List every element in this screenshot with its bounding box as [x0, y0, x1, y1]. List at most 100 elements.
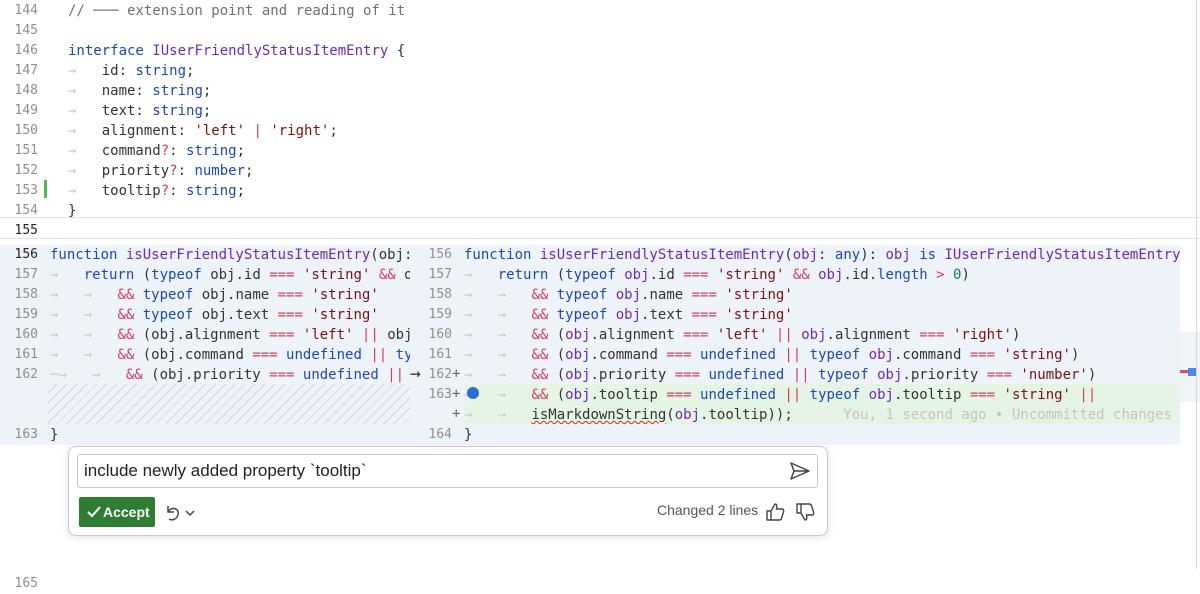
- code-line: 149 → text: string;: [0, 101, 1180, 121]
- line-number: 153: [14, 183, 38, 198]
- plus-icon: +: [452, 386, 461, 402]
- code-line: 157 → return (typeof obj.id === 'string' …: [410, 265, 1180, 285]
- code-text[interactable]: function isUserFriendlyStatusItemEntry(o…: [50, 245, 410, 265]
- line-number: 145: [14, 23, 38, 38]
- line-number: 161: [428, 347, 452, 362]
- line-number: 148: [14, 83, 38, 98]
- line-number: 155: [14, 223, 38, 238]
- code-text[interactable]: → name: string;: [68, 81, 211, 101]
- code-text[interactable]: → → && (obj.command === undefined || typ…: [50, 345, 410, 365]
- line-number: 162: [428, 367, 452, 382]
- code-line: 146 interface IUserFriendlyStatusItemEntr…: [0, 41, 1180, 61]
- code-text[interactable]: → alignment: 'left' | 'right';: [68, 121, 338, 141]
- plus-icon: +: [452, 366, 461, 382]
- changed-lines-status: Changed 2 lines: [657, 502, 759, 518]
- line-number: 149: [14, 103, 38, 118]
- line-number: 159: [428, 307, 452, 322]
- code-line: 158 → → && typeof obj.name === 'string': [410, 285, 1180, 305]
- code-line: → → isMarkdownString(obj.tooltip)); You,…: [410, 405, 1180, 425]
- code-text[interactable]: → return (typeof obj.id === 'string' && …: [464, 265, 970, 285]
- code-line: 150 → alignment: 'left' | 'right';: [0, 121, 1180, 141]
- line-number: 156: [428, 247, 452, 262]
- code-text[interactable]: → → && typeof obj.text === 'string': [464, 305, 793, 325]
- scrollbar[interactable]: [1180, 0, 1200, 569]
- line-number: 158: [428, 287, 452, 302]
- code-line: 160 → → && (obj.alignment === 'left' || o…: [0, 325, 410, 345]
- line-number: 146: [14, 43, 38, 58]
- code-line: 163}: [0, 425, 410, 445]
- code-line: 148 → name: string;: [0, 81, 1180, 101]
- code-line: 145: [0, 21, 1180, 41]
- line-number: 157: [14, 267, 38, 282]
- code-line: 164}: [410, 425, 1180, 445]
- code-text[interactable]: → command?: string;: [68, 141, 245, 161]
- code-text[interactable]: → priority?: number;: [68, 161, 253, 181]
- accept-button[interactable]: Accept: [79, 497, 155, 527]
- code-line: 152 → priority?: number;: [0, 161, 1180, 181]
- line-number: 161: [14, 347, 38, 362]
- code-text[interactable]: → → && (obj.alignment === 'left' || obj.…: [464, 325, 1020, 345]
- code-text[interactable]: → → && (obj.alignment === 'left' || obj.…: [50, 325, 410, 345]
- code-text[interactable]: → return (typeof obj.id === 'string' && …: [50, 265, 410, 285]
- line-number: 164: [428, 427, 452, 442]
- code-text[interactable]: // ─── extension point and reading of it: [68, 1, 405, 21]
- code-text[interactable]: interface IUserFriendlyStatusItemEntry {: [68, 41, 405, 61]
- line-number: 144: [14, 3, 38, 18]
- check-icon: [87, 506, 101, 518]
- code-line: 156 function isUserFriendlyStatusItemEntr…: [0, 245, 410, 265]
- code-line: 153 → tooltip?: string;: [0, 181, 1180, 201]
- code-line: 157 → return (typeof obj.id === 'string' …: [0, 265, 410, 285]
- plus-icon: +: [452, 406, 461, 422]
- accept-label: Accept: [103, 504, 150, 520]
- code-text[interactable]: → id: string;: [68, 61, 194, 81]
- code-text[interactable]: → → isMarkdownString(obj.tooltip)); You,…: [464, 405, 1172, 425]
- send-icon[interactable]: [789, 461, 811, 481]
- code-text[interactable]: → tooltip?: string;: [68, 181, 245, 201]
- chevron-down-icon[interactable]: [184, 506, 196, 520]
- code-line: 162 ─→ → && (obj.priority === undefined |…: [0, 365, 410, 385]
- code-line: 163 → → && (obj.tooltip === undefined || …: [410, 385, 1180, 405]
- code-line: 155: [0, 221, 1180, 241]
- code-text[interactable]: → → && typeof obj.text === 'string': [50, 305, 379, 325]
- code-text[interactable]: }: [464, 425, 472, 445]
- line-number: 160: [14, 327, 38, 342]
- code-line: 156 function isUserFriendlyStatusItemEntr…: [410, 245, 1180, 265]
- code-line: 147 → id: string;: [0, 61, 1180, 81]
- code-text[interactable]: }: [68, 201, 76, 221]
- code-line: 162 → → && (obj.priority === undefined ||…: [410, 365, 1180, 385]
- line-number: 154: [14, 203, 38, 218]
- thumbs-up-icon[interactable]: [765, 502, 785, 522]
- code-text[interactable]: }: [50, 425, 58, 445]
- line-number: 165: [14, 576, 38, 591]
- chat-prompt-input[interactable]: include newly added property `tooltip`: [77, 454, 818, 488]
- line-number: 152: [14, 163, 38, 178]
- code-line: 161 → → && (obj.command === undefined || …: [0, 345, 410, 365]
- code-text[interactable]: → text: string;: [68, 101, 211, 121]
- discard-icon[interactable]: [163, 503, 183, 523]
- code-text[interactable]: → → && (obj.command === undefined || typ…: [464, 345, 1079, 365]
- thumbs-down-icon[interactable]: [795, 502, 815, 522]
- inline-chat-widget: include newly added property `tooltip` A…: [68, 446, 828, 536]
- code-text[interactable]: → → && typeof obj.name === 'string': [464, 285, 793, 305]
- revert-arrow-icon[interactable]: →: [410, 364, 421, 384]
- code-text[interactable]: function isUserFriendlyStatusItemEntry(o…: [464, 245, 1180, 265]
- line-number: 157: [428, 267, 452, 282]
- code-text[interactable]: → → && (obj.tooltip === undefined || typ…: [464, 385, 1105, 405]
- line-number: 159: [14, 307, 38, 322]
- line-number: 163: [428, 387, 452, 402]
- code-text[interactable]: ─→ → && (obj.priority === undefined || t…: [50, 365, 410, 385]
- line-number: 162: [14, 367, 38, 382]
- code-text[interactable]: → → && typeof obj.name === 'string': [50, 285, 379, 305]
- code-line: 159 → → && typeof obj.text === 'string': [0, 305, 410, 325]
- code-line: 154}: [0, 201, 1180, 221]
- line-number: 163: [14, 427, 38, 442]
- code-line: 160 → → && (obj.alignment === 'left' || o…: [410, 325, 1180, 345]
- lightbulb-dot-icon[interactable]: [467, 387, 479, 399]
- line-number: 158: [14, 287, 38, 302]
- code-text[interactable]: → → && (obj.priority === undefined || ty…: [464, 365, 1096, 385]
- code-line: 158 → → && typeof obj.name === 'string': [0, 285, 410, 305]
- code-line: 151 → command?: string;: [0, 141, 1180, 161]
- code-line: 159 → → && typeof obj.text === 'string': [410, 305, 1180, 325]
- line-number: 151: [14, 143, 38, 158]
